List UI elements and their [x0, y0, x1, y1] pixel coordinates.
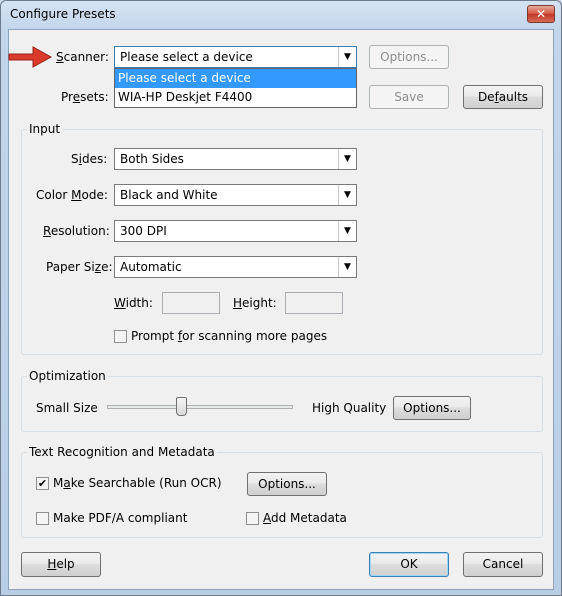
scanner-options-button[interactable]: Options...: [369, 45, 449, 69]
quality-slider-thumb[interactable]: [176, 397, 188, 416]
window-title: Configure Presets: [10, 7, 116, 21]
height-label: Height:: [233, 296, 277, 310]
close-button[interactable]: ✕: [527, 5, 555, 23]
quality-slider-track[interactable]: [107, 405, 293, 409]
chevron-down-icon: ▼: [338, 185, 356, 205]
resolution-select-value: 300 DPI: [120, 224, 167, 238]
resolution-select[interactable]: 300 DPI ▼: [114, 220, 357, 242]
scanner-select[interactable]: Please select a device ▼: [114, 46, 357, 68]
sides-select-value: Both Sides: [120, 152, 184, 166]
chevron-down-icon: ▼: [338, 221, 356, 241]
make-searchable-checkbox[interactable]: ✔: [36, 477, 49, 490]
save-button[interactable]: Save: [369, 85, 449, 109]
cancel-button[interactable]: Cancel: [463, 552, 543, 577]
chevron-down-icon: ▼: [338, 149, 356, 169]
optimization-group-title: Optimization: [27, 369, 108, 383]
configure-presets-window: Configure Presets ✕ Scanner: Please sele…: [0, 0, 562, 596]
dialog-body: Scanner: Please select a device ▼ Please…: [8, 29, 554, 590]
scanner-option[interactable]: WIA-HP Deskjet F4400: [115, 88, 356, 107]
prompt-more-pages-label: Prompt for scanning more pages: [131, 329, 328, 343]
color-mode-select[interactable]: Black and White ▼: [114, 184, 357, 206]
ocr-options-button[interactable]: Options...: [247, 472, 327, 496]
chevron-down-icon: ▼: [338, 257, 356, 277]
sides-label: Sides:: [71, 152, 108, 166]
help-button[interactable]: Help: [21, 552, 101, 577]
scanner-dropdown-list: Please select a device WIA-HP Deskjet F4…: [114, 68, 357, 108]
optimization-options-button[interactable]: Options...: [393, 396, 471, 420]
resolution-label: Resolution:: [43, 224, 110, 238]
make-searchable-label: Make Searchable (Run OCR): [53, 476, 222, 490]
paper-size-select[interactable]: Automatic ▼: [114, 256, 357, 278]
ok-button[interactable]: OK: [369, 552, 449, 577]
width-label: Width:: [114, 296, 153, 310]
add-metadata-label: Add Metadata: [263, 511, 347, 525]
input-group-title: Input: [27, 122, 63, 136]
small-size-label: Small Size: [36, 401, 98, 415]
height-field[interactable]: [285, 292, 343, 314]
scanner-option[interactable]: Please select a device: [115, 69, 356, 88]
pdfa-compliant-label: Make PDF/A compliant: [53, 511, 188, 525]
title-bar: Configure Presets ✕: [1, 1, 561, 29]
scanner-select-value: Please select a device: [120, 50, 253, 64]
paper-size-select-value: Automatic: [120, 260, 182, 274]
paper-size-label: Paper Size:: [46, 260, 113, 274]
add-metadata-checkbox[interactable]: [246, 512, 259, 525]
sides-select[interactable]: Both Sides ▼: [114, 148, 357, 170]
color-mode-select-value: Black and White: [120, 188, 218, 202]
prompt-more-pages-checkbox[interactable]: [114, 330, 127, 343]
red-arrow-icon: [8, 46, 53, 68]
high-quality-label: High Quality: [312, 401, 387, 415]
presets-label: Presets:: [61, 90, 109, 104]
scanner-label: Scanner:: [56, 50, 109, 64]
defaults-button[interactable]: Defaults: [463, 85, 543, 109]
width-field[interactable]: [162, 292, 220, 314]
color-mode-label: Color Mode:: [36, 188, 108, 202]
chevron-down-icon: ▼: [338, 47, 356, 67]
text-recognition-group-title: Text Recognition and Metadata: [27, 445, 217, 459]
pdfa-compliant-checkbox[interactable]: [36, 512, 49, 525]
